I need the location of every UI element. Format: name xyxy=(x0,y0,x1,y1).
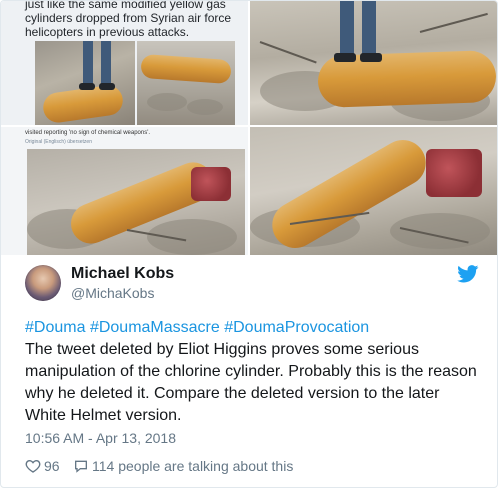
tweet-body: The tweet deleted by Eliot Higgins prove… xyxy=(25,341,477,424)
cylinder-photo-right xyxy=(137,41,235,125)
tweet-media-grid[interactable]: just like the same modified yellow gas c… xyxy=(1,1,497,255)
hashtag-line: #Douma #DoumaMassacre #DoumaProvocation xyxy=(25,317,480,339)
embedded-tweet-card: just like the same modified yellow gas c… xyxy=(0,0,498,488)
talking-label: 114 people are talking about this xyxy=(92,458,294,474)
tweet-actions: 96 114 people are talking about this xyxy=(25,456,425,476)
screenshot-note: visited reporting 'no sign of chemical w… xyxy=(25,130,151,136)
heart-icon xyxy=(25,459,41,473)
tweet-timestamp[interactable]: 10:56 AM - Apr 13, 2018 xyxy=(25,430,176,446)
like-count: 96 xyxy=(44,458,60,474)
avatar[interactable] xyxy=(25,265,61,301)
like-button[interactable]: 96 xyxy=(25,456,60,476)
screenshot-caption: just like the same modified yellow gas c… xyxy=(25,1,232,39)
translate-link: Original (Englisch) übersetzen xyxy=(25,139,92,145)
hashtag-link[interactable]: #DoumaProvocation xyxy=(224,319,369,336)
tweet-author: Michael Kobs @MichaKobs xyxy=(25,263,479,303)
cylinder-photo xyxy=(250,1,497,125)
cylinder-photo xyxy=(250,127,497,255)
tweet-text: #Douma #DoumaMassacre #DoumaProvocation … xyxy=(25,317,480,427)
media-tile-top-right[interactable] xyxy=(250,1,497,125)
hashtag-link[interactable]: #DoumaMassacre xyxy=(90,319,220,336)
media-tile-bottom-right[interactable] xyxy=(250,127,497,255)
twitter-bird-icon[interactable] xyxy=(457,265,479,283)
cylinder-photo xyxy=(27,149,245,255)
author-handle[interactable]: @MichaKobs xyxy=(71,285,154,301)
talking-link[interactable]: 114 people are talking about this xyxy=(73,456,293,476)
media-tile-bottom-left[interactable]: visited reporting 'no sign of chemical w… xyxy=(1,127,248,255)
media-tile-top-left[interactable]: just like the same modified yellow gas c… xyxy=(1,1,248,125)
author-name[interactable]: Michael Kobs xyxy=(71,265,174,283)
hashtag-link[interactable]: #Douma xyxy=(25,319,85,336)
speech-bubble-icon xyxy=(75,460,87,473)
cylinder-photo-left xyxy=(35,41,135,125)
